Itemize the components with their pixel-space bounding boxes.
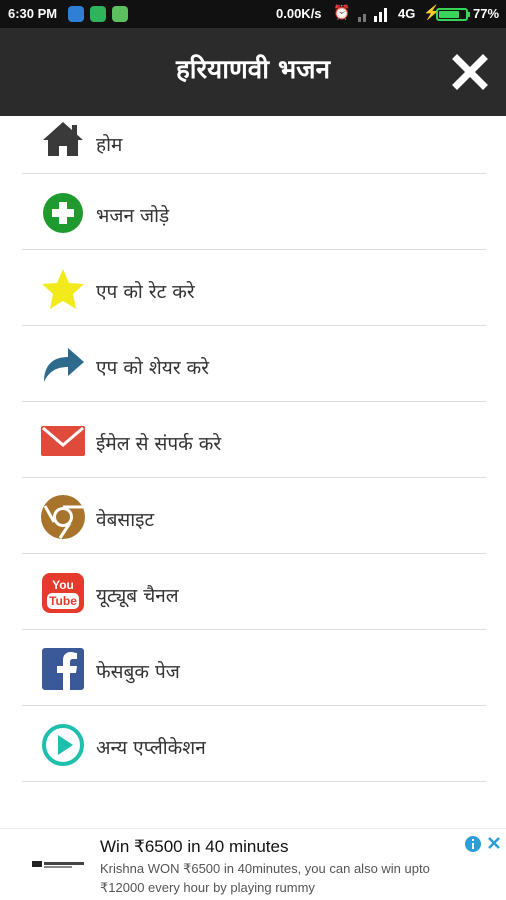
- menu-item-add-bhajan[interactable]: भजन जोड़े: [22, 174, 486, 250]
- drawer-menu: होम भजन जोड़े एप को रेट करे एप को शेयर क…: [22, 116, 486, 782]
- drawer-header: हरियाणवी भजन: [0, 28, 506, 116]
- network-speed: 0.00K/s: [276, 6, 322, 21]
- signal-icon: [358, 8, 387, 22]
- ad-title[interactable]: Win ₹6500 in 40 minutes: [100, 837, 288, 857]
- menu-item-label: होम: [96, 134, 123, 156]
- battery-tip: [468, 12, 470, 17]
- add-circle-icon: [40, 190, 86, 236]
- youtube-icon: You Tube: [40, 570, 86, 616]
- play-circle-icon: [40, 722, 86, 768]
- menu-item-facebook-page[interactable]: फेसबुक पेज: [22, 630, 486, 706]
- app-notification-icon: [68, 6, 84, 22]
- menu-item-label: भजन जोड़े: [96, 205, 170, 227]
- menu-item-label: एप को शेयर करे: [96, 357, 210, 379]
- page-title: हरियाणवी भजन: [175, 55, 331, 85]
- battery-icon: [436, 8, 468, 21]
- network-type: 4G: [398, 6, 416, 21]
- menu-item-rate-app[interactable]: एप को रेट करे: [22, 250, 486, 326]
- status-bar: 6:30 PM 0.00K/s ⏰ 4G ⚡ 77%: [0, 0, 506, 28]
- close-icon[interactable]: [452, 54, 488, 90]
- menu-item-label: अन्य एप्लीकेशन: [96, 737, 206, 759]
- ad-text[interactable]: Krishna WON ₹6500 in 40minutes, you can …: [100, 859, 470, 897]
- ad-banner[interactable]: Win ₹6500 in 40 minutes Krishna WON ₹650…: [0, 828, 506, 900]
- battery-percent: 77%: [473, 6, 500, 21]
- menu-item-label: एप को रेट करे: [96, 281, 195, 303]
- menu-item-label: यूट्यूब चैनल: [96, 585, 179, 607]
- home-icon: [40, 116, 86, 162]
- menu-item-website[interactable]: वेबसाइट: [22, 478, 486, 554]
- menu-item-label: वेबसाइट: [96, 509, 155, 531]
- star-icon: [40, 266, 86, 312]
- status-time: 6:30 PM: [8, 6, 58, 21]
- share-arrow-icon: [40, 342, 86, 388]
- menu-item-youtube-channel[interactable]: You Tube यूट्यूब चैनल: [22, 554, 486, 630]
- facebook-icon: [40, 646, 86, 692]
- menu-item-label: ईमेल से संपर्क करे: [96, 433, 222, 455]
- email-icon: [40, 418, 86, 464]
- menu-item-home[interactable]: होम: [22, 116, 486, 174]
- menu-item-share-app[interactable]: एप को शेयर करे: [22, 326, 486, 402]
- ad-info-icon[interactable]: [464, 835, 482, 853]
- ad-close-icon[interactable]: [486, 835, 502, 851]
- menu-item-label: फेसबुक पेज: [96, 661, 180, 683]
- chrome-icon: [40, 494, 86, 540]
- ad-logo: [30, 851, 86, 877]
- whatsapp-icon: [90, 6, 106, 22]
- menu-item-other-apps[interactable]: अन्य एप्लीकेशन: [22, 706, 486, 782]
- alarm-icon: ⏰: [333, 4, 351, 20]
- svg-text:You: You: [52, 578, 74, 592]
- menu-item-email-contact[interactable]: ईमेल से संपर्क करे: [22, 402, 486, 478]
- svg-text:Tube: Tube: [49, 594, 77, 608]
- app-icon: [112, 6, 128, 22]
